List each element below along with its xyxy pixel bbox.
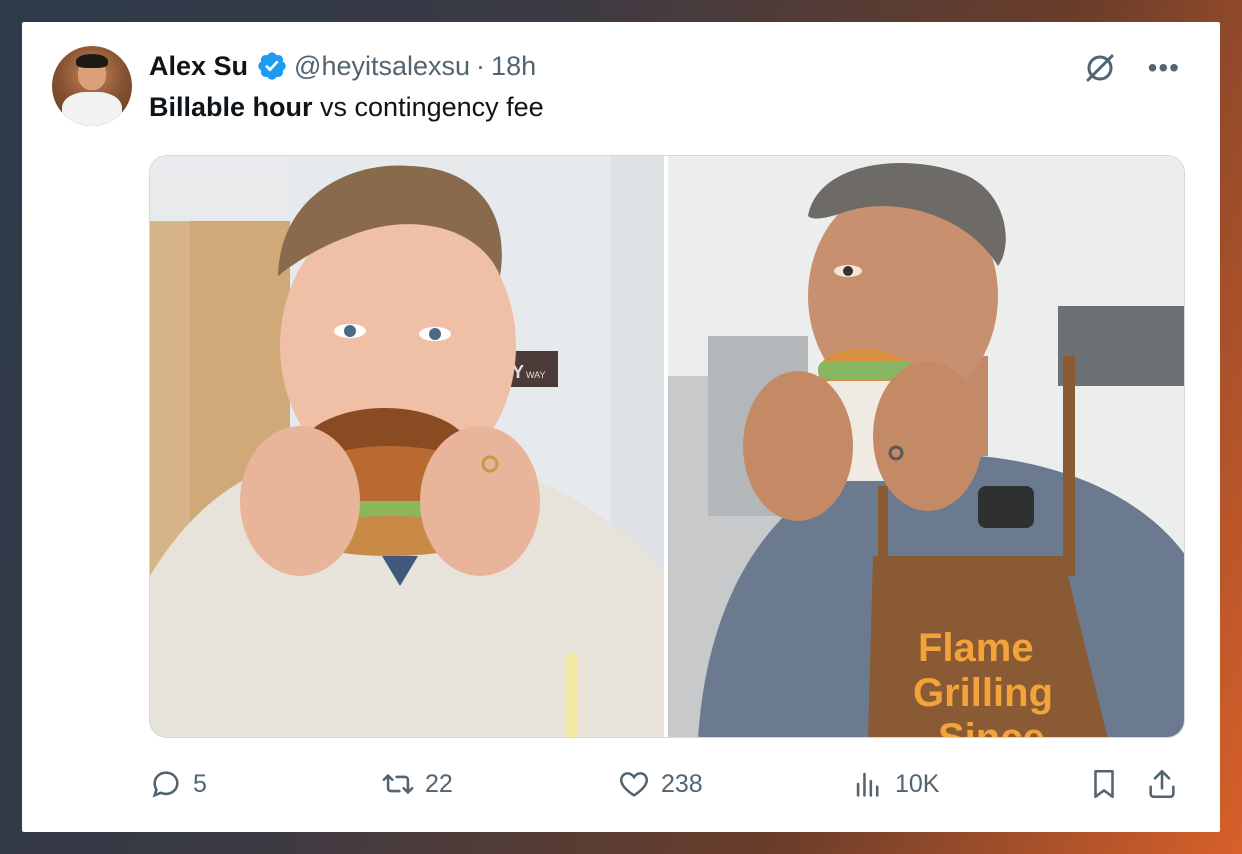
tweet-top-actions: •••	[1082, 50, 1180, 86]
reply-count: 5	[193, 769, 207, 798]
author-handle[interactable]: @heyitsalexsu	[294, 51, 470, 82]
repost-count: 22	[425, 769, 453, 798]
repost-icon	[382, 774, 414, 794]
repost-button[interactable]: 22	[381, 767, 453, 801]
apron-text-line3: Since	[938, 716, 1045, 737]
timestamp[interactable]: 18h	[491, 51, 536, 82]
avatar-shirt	[62, 92, 122, 126]
billable-hour-photo: ETTY WAY	[150, 156, 664, 737]
share-button[interactable]	[1145, 767, 1179, 801]
reply-button[interactable]: 5	[149, 767, 207, 801]
apron-text-line1: Flame	[918, 626, 1034, 670]
bookmark-icon	[1094, 769, 1114, 799]
author-name[interactable]: Alex Su	[149, 51, 248, 82]
verified-badge-icon	[258, 52, 286, 80]
media-image-left[interactable]: ETTY WAY	[150, 156, 664, 737]
reply-icon	[152, 771, 179, 798]
like-count: 238	[661, 769, 703, 798]
tweet-text: Billable hour vs contingency fee	[149, 92, 544, 123]
tweet-media[interactable]: ETTY WAY	[149, 155, 1185, 738]
apron-text-line2: Grilling	[913, 671, 1053, 715]
avatar-hair	[76, 54, 108, 68]
media-divider	[664, 156, 666, 737]
separator-dot: ·	[476, 50, 486, 81]
bookmark-button[interactable]	[1087, 767, 1121, 801]
contingency-fee-photo: Flame Grilling Since	[668, 156, 1184, 737]
more-icon[interactable]: •••	[1148, 50, 1180, 86]
tweet-text-rest: vs contingency fee	[312, 92, 544, 122]
views-icon	[856, 772, 879, 797]
tweet-text-bold: Billable hour	[149, 92, 313, 122]
like-button[interactable]: 238	[617, 767, 703, 801]
grok-icon[interactable]	[1082, 50, 1118, 86]
view-count: 10K	[895, 769, 940, 798]
tweet-action-bar: 5 22 238 10K	[149, 760, 1185, 808]
tweet-card[interactable]: Alex Su @heyitsalexsu · 18h ••• Billable…	[22, 22, 1220, 832]
media-image-right[interactable]: Flame Grilling Since	[668, 156, 1184, 737]
like-icon	[619, 772, 649, 797]
share-icon	[1149, 769, 1175, 799]
tweet-header: Alex Su @heyitsalexsu · 18h	[149, 48, 536, 84]
avatar[interactable]	[52, 46, 132, 126]
views-button[interactable]: 10K	[851, 767, 939, 801]
wall-sign-subtext: WAY	[526, 370, 546, 380]
